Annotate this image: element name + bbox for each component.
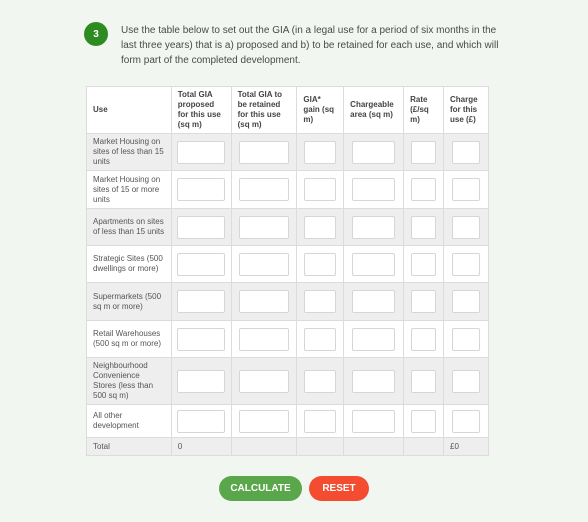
rate-input[interactable]: [411, 327, 437, 351]
gia-retained-input[interactable]: [238, 409, 289, 433]
table-row: Neighbourhood Convenience Stores (less t…: [86, 357, 489, 405]
header-charge: Charge for this use (£): [443, 86, 489, 134]
chargeable-area-input[interactable]: [352, 369, 396, 393]
gia-retained-input[interactable]: [238, 252, 289, 276]
step-instructions: Use the table below to set out the GIA (…: [121, 25, 499, 66]
table-row: Market Housing on sites of less than 15 …: [86, 133, 489, 171]
use-label: Market Housing on sites of less than 15 …: [86, 133, 172, 171]
gia-gain-input[interactable]: [304, 290, 337, 313]
gia-gain-input[interactable]: [304, 215, 337, 239]
chargeable-area-input[interactable]: [352, 252, 396, 276]
gia-gain-input[interactable]: [304, 178, 337, 201]
rate-input[interactable]: [411, 178, 437, 201]
gia-retained-input[interactable]: [238, 327, 289, 351]
rate-input[interactable]: [411, 252, 437, 276]
gia-gain-input[interactable]: [304, 369, 337, 393]
charge-input[interactable]: [452, 327, 480, 351]
step-number-badge: 3: [84, 22, 108, 46]
header-gia-proposed: Total GIA proposed for this use (sq m): [170, 86, 232, 134]
use-label: Neighbourhood Convenience Stores (less t…: [86, 357, 172, 405]
rate-input[interactable]: [411, 369, 437, 393]
table-row: All other development: [86, 404, 489, 438]
gia-proposed-input[interactable]: [177, 215, 226, 239]
rate-input[interactable]: [411, 409, 437, 433]
gia-retained-input[interactable]: [238, 140, 289, 164]
total-row: Total 0 £0: [86, 437, 489, 456]
use-label: All other development: [86, 404, 172, 438]
gia-gain-input[interactable]: [304, 252, 337, 276]
charge-input[interactable]: [452, 290, 480, 313]
gia-gain-input[interactable]: [304, 140, 337, 164]
use-label: Market Housing on sites of 15 or more un…: [86, 170, 172, 209]
gia-table: Use Total GIA proposed for this use (sq …: [86, 86, 489, 456]
chargeable-area-input[interactable]: [352, 327, 396, 351]
rate-input[interactable]: [411, 215, 437, 239]
gia-retained-input[interactable]: [238, 178, 289, 201]
gia-gain-input[interactable]: [304, 327, 337, 351]
gia-gain-input[interactable]: [304, 409, 337, 433]
gia-retained-input[interactable]: [238, 215, 289, 239]
gia-retained-input[interactable]: [238, 290, 289, 313]
use-label: Retail Warehouses (500 sq m or more): [86, 320, 172, 358]
header-rate: Rate (£/sq m): [403, 86, 444, 134]
gia-proposed-input[interactable]: [177, 369, 226, 393]
total-label: Total: [86, 437, 172, 456]
use-label: Apartments on sites of less than 15 unit…: [86, 208, 172, 246]
gia-proposed-input[interactable]: [177, 327, 226, 351]
gia-proposed-input[interactable]: [177, 290, 226, 313]
charge-input[interactable]: [452, 140, 480, 164]
table-row: Supermarkets (500 sq m or more): [86, 282, 489, 321]
reset-button[interactable]: RESET: [309, 476, 369, 501]
table-header-row: Use Total GIA proposed for this use (sq …: [86, 86, 489, 134]
chargeable-area-input[interactable]: [352, 140, 396, 164]
gia-proposed-input[interactable]: [177, 252, 226, 276]
calculate-button[interactable]: CALCULATE: [219, 476, 302, 501]
charge-input[interactable]: [452, 252, 480, 276]
gia-proposed-input[interactable]: [177, 409, 226, 433]
use-label: Strategic Sites (500 dwellings or more): [86, 245, 172, 283]
chargeable-area-input[interactable]: [352, 178, 396, 201]
chargeable-area-input[interactable]: [352, 290, 396, 313]
gia-proposed-input[interactable]: [177, 140, 226, 164]
charge-input[interactable]: [452, 369, 480, 393]
gia-retained-input[interactable]: [238, 369, 289, 393]
charge-input[interactable]: [452, 178, 480, 201]
charge-input[interactable]: [452, 215, 480, 239]
total-charge: £0: [443, 437, 489, 456]
header-chargeable-area: Chargeable area (sq m): [343, 86, 405, 134]
header-gia-gain: GIA* gain (sq m): [296, 86, 345, 134]
gia-proposed-input[interactable]: [177, 178, 226, 201]
rate-input[interactable]: [411, 140, 437, 164]
charge-input[interactable]: [452, 409, 480, 433]
header-gia-retained: Total GIA to be retained for this use (s…: [230, 86, 298, 134]
table-row: Strategic Sites (500 dwellings or more): [86, 245, 489, 283]
chargeable-area-input[interactable]: [352, 215, 396, 239]
rate-input[interactable]: [411, 290, 437, 313]
table-row: Retail Warehouses (500 sq m or more): [86, 320, 489, 358]
table-row: Market Housing on sites of 15 or more un…: [86, 170, 489, 209]
table-row: Apartments on sites of less than 15 unit…: [86, 208, 489, 246]
chargeable-area-input[interactable]: [352, 409, 396, 433]
total-gia-proposed: 0: [170, 437, 232, 456]
header-use: Use: [86, 86, 172, 134]
use-label: Supermarkets (500 sq m or more): [86, 282, 172, 321]
